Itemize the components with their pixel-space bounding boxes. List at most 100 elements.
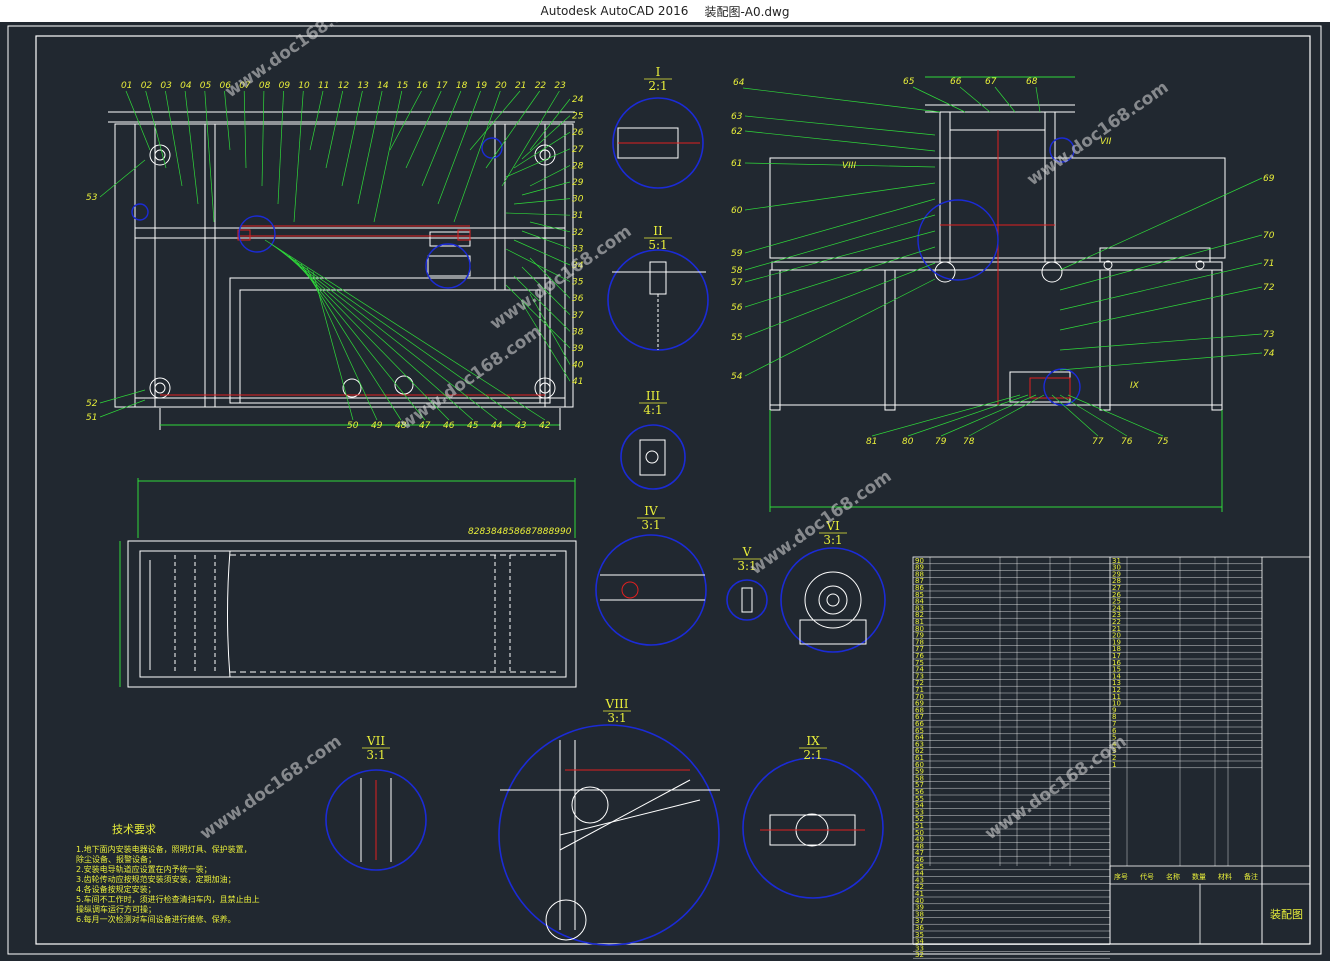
part-label: 77 <box>1092 437 1104 447</box>
detail-scale: 2:1 <box>803 748 822 762</box>
part-label: 37 <box>572 311 584 321</box>
part-label: 78 <box>963 437 975 447</box>
notes-line: 2.安装电导轨道应设置在内予统一装； <box>76 864 212 874</box>
part-label: 18 <box>456 81 468 91</box>
part-label: 83 <box>480 527 492 537</box>
part-label: 85 <box>503 527 515 537</box>
part-label: 89 <box>549 527 561 537</box>
part-label: 59 <box>731 249 743 259</box>
detail-title: IV <box>644 504 658 518</box>
part-label: 75 <box>1157 437 1169 447</box>
part-label: 31 <box>572 211 583 221</box>
front-leaders <box>99 90 571 421</box>
part-label: 39 <box>572 344 584 354</box>
part-label: 17 <box>436 81 448 91</box>
part-label: 40 <box>572 361 584 371</box>
notes-title: 技术要求 <box>112 823 156 836</box>
detail-scale: 2:1 <box>648 79 667 93</box>
detail-scale: 3:1 <box>641 518 660 532</box>
part-label: 68 <box>1026 77 1038 87</box>
detail-scale: 4:1 <box>643 403 662 417</box>
part-label: 27 <box>572 145 584 155</box>
part-label: 61 <box>731 159 742 169</box>
part-label: 29 <box>572 178 584 188</box>
part-label: 02 <box>141 81 153 91</box>
detail-title: III <box>646 389 660 403</box>
detail-title: II <box>653 224 663 238</box>
bom-header-cell: 材料 <box>1218 872 1232 881</box>
part-label: 43 <box>515 421 527 431</box>
watermark-text: www.doc168.com <box>196 731 345 844</box>
watermark-text: www.doc168.com <box>981 731 1130 844</box>
front-detail-circles <box>131 137 503 289</box>
part-label: 03 <box>160 81 172 91</box>
plan-view <box>119 478 577 688</box>
part-label: 84 <box>491 527 503 537</box>
part-label: 56 <box>731 303 743 313</box>
part-label: 66 <box>950 77 962 87</box>
watermark-text: www.doc168.com <box>396 321 545 434</box>
part-label: 63 <box>731 112 743 122</box>
part-label: 87 <box>526 527 538 537</box>
watermark-text: www.doc168.com <box>1023 77 1172 190</box>
detail-title: VIII <box>605 697 629 711</box>
part-label: 65 <box>903 77 915 87</box>
bom-header-cell: 代号 <box>1140 872 1154 881</box>
detail-title: IX <box>806 734 820 748</box>
part-label: 24 <box>572 95 584 105</box>
front-view <box>108 111 575 430</box>
part-label: 51 <box>86 413 97 423</box>
part-label: 22 <box>535 81 547 91</box>
part-label: 79 <box>935 437 947 447</box>
part-label: 10 <box>298 81 310 91</box>
part-label: 82 <box>468 527 480 537</box>
document-name: 装配图-A0.dwg <box>704 4 790 19</box>
part-label: 71 <box>1263 259 1274 269</box>
notes-line: 5.车间不工作时，须进行检查清扫车内，且禁止由上 <box>76 894 260 904</box>
part-label: 42 <box>539 421 551 431</box>
part-label: 36 <box>572 294 584 304</box>
bom-header-cell: 数量 <box>1192 872 1206 881</box>
part-label: 73 <box>1263 330 1275 340</box>
part-label: 23 <box>554 81 566 91</box>
part-label: 11 <box>318 81 329 91</box>
part-label: 52 <box>86 399 98 409</box>
side-detail-circles <box>917 137 1081 406</box>
part-label: 12 <box>338 81 350 91</box>
detail-scale: 3:1 <box>607 711 626 725</box>
part-label: 67 <box>985 77 997 87</box>
detail-title: VII <box>366 734 385 748</box>
drawing-canvas[interactable]: 01 02 03 04 05 06 07 08 09 10 11 12 13 14 15 16 17 18 19 20… <box>0 22 1330 961</box>
part-label: 72 <box>1263 283 1275 293</box>
part-label: 53 <box>86 193 98 203</box>
part-label: 88 <box>537 527 549 537</box>
bom-row-number: 1 <box>1112 761 1116 769</box>
bom-header-cell: 序号 <box>1114 872 1128 881</box>
part-label: 69 <box>1263 174 1275 184</box>
detail-scale: 5:1 <box>648 238 667 252</box>
bom-header-cell: 备注 <box>1244 872 1258 881</box>
part-label: 76 <box>1121 437 1133 447</box>
bom-row-number: 32 <box>915 951 924 959</box>
detail-marker: VIII <box>842 161 856 171</box>
part-label: 19 <box>476 81 488 91</box>
watermark-layer: www.doc168.com www.doc168.com www.doc168.c… <box>196 22 1172 844</box>
plan-labels: 82 83 84 85 86 87 88 89 90 <box>468 527 572 537</box>
detail-marker: IX <box>1130 381 1140 391</box>
part-label: 74 <box>1263 349 1275 359</box>
part-label: 64 <box>733 78 745 88</box>
detail-scale: 3:1 <box>823 533 842 547</box>
part-label: 30 <box>572 195 584 205</box>
part-label: 14 <box>377 81 389 91</box>
notes-line: 6.每月一次检测对车间设备进行维修、保养。 <box>76 914 236 924</box>
app-title: Autodesk AutoCAD 2016 <box>540 4 689 18</box>
part-label: 41 <box>572 377 583 387</box>
part-label: 13 <box>357 81 369 91</box>
part-label: 05 <box>200 81 212 91</box>
part-label: 55 <box>731 333 743 343</box>
part-label: 44 <box>491 421 503 431</box>
part-label: 20 <box>495 81 507 91</box>
part-label: 80 <box>902 437 914 447</box>
notes-line: 操纵调车运行方可操； <box>76 904 156 914</box>
part-label: 45 <box>467 421 479 431</box>
